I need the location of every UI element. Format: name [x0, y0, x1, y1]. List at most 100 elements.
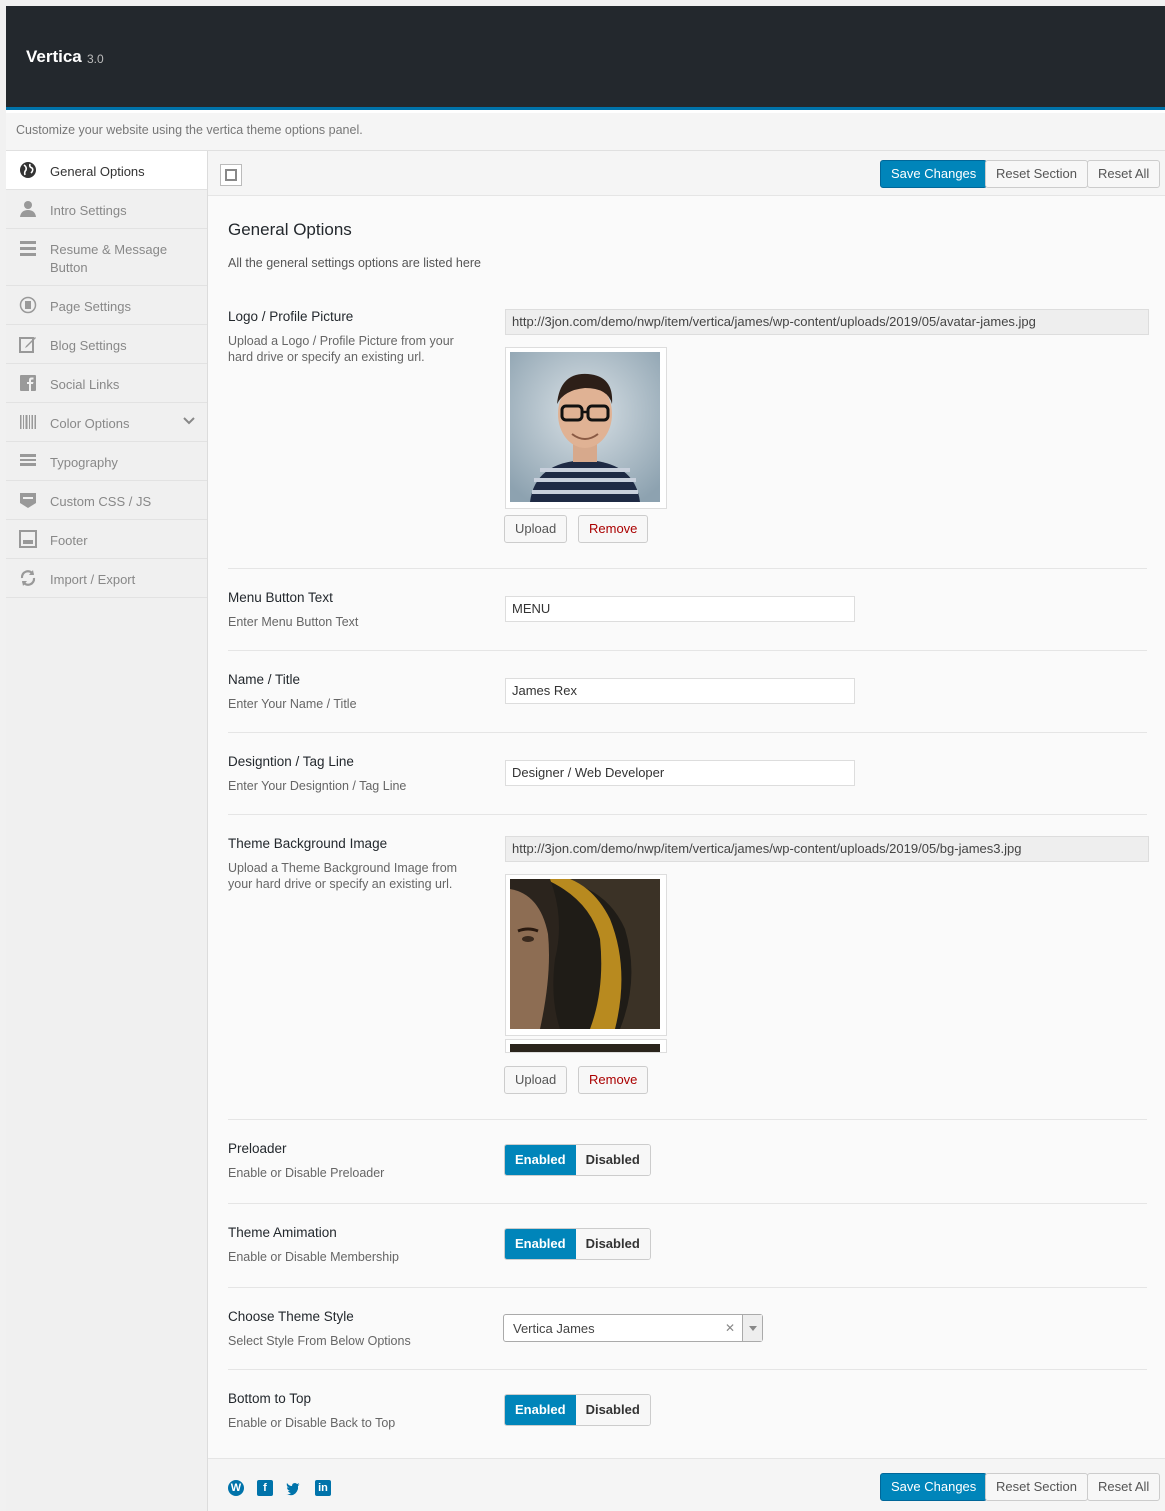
sidebar-item-label: Custom CSS / JS — [50, 494, 152, 509]
sidebar-item-label: Page Settings — [50, 299, 131, 314]
intro-bar: Customize your website using the vertica… — [6, 113, 1165, 151]
sidebar-item-intro-settings[interactable]: Intro Settings — [6, 190, 207, 229]
theme-style-select[interactable]: Vertica James ✕ — [503, 1314, 763, 1342]
sidebar-item-social-links[interactable]: Social Links — [6, 364, 207, 403]
divider — [228, 568, 1147, 569]
reset-all-button-bottom[interactable]: Reset All — [1087, 1473, 1161, 1501]
background-preview — [505, 874, 667, 1036]
preloader-switch: Enabled Disabled — [504, 1144, 651, 1176]
background-label: Theme Background Image — [228, 836, 388, 851]
main-content: Save Changes Reset Section Reset All Gen… — [208, 151, 1165, 1511]
designation-description: Enter Your Designtion / Tag Line — [228, 779, 407, 793]
expand-options-button[interactable] — [220, 164, 242, 186]
sidebar: General Options Intro Settings Resume & … — [6, 151, 208, 1511]
facebook-icon[interactable]: f — [257, 1480, 273, 1496]
animation-label: Theme Amimation — [228, 1225, 337, 1240]
sidebar-item-label: Import / Export — [50, 572, 136, 587]
animation-disabled-button[interactable]: Disabled — [575, 1229, 650, 1259]
top-toolbar: Save Changes Reset Section Reset All — [208, 151, 1165, 196]
sidebar-item-blog-settings[interactable]: Blog Settings — [6, 325, 207, 364]
barcode-icon — [19, 413, 37, 431]
intro-text: Customize your website using the vertica… — [16, 123, 363, 137]
sidebar-item-typography[interactable]: Typography — [6, 442, 207, 481]
logo-upload-button[interactable]: Upload — [504, 515, 568, 543]
section-description: All the general settings options are lis… — [228, 256, 481, 270]
bottom-toolbar: W f in Save Changes Reset Section Reset … — [208, 1458, 1165, 1511]
sidebar-item-custom-css-js[interactable]: Custom CSS / JS — [6, 481, 207, 520]
menu-button-label: Menu Button Text — [228, 590, 333, 605]
twitter-icon[interactable] — [285, 1480, 301, 1496]
divider — [228, 732, 1147, 733]
sidebar-item-label: General Options — [50, 164, 145, 179]
edit-icon — [19, 335, 37, 353]
globe-icon — [19, 161, 37, 179]
divider — [228, 1287, 1147, 1288]
preloader-enabled-button[interactable]: Enabled — [505, 1145, 576, 1175]
linkedin-icon[interactable]: in — [315, 1480, 331, 1496]
sidebar-item-label: Footer — [50, 533, 88, 548]
dropdown-arrow-icon[interactable] — [742, 1315, 762, 1341]
background-preview-secondary — [505, 1039, 667, 1053]
background-description: Upload a Theme Background Image from you… — [228, 861, 458, 891]
wordpress-icon[interactable]: W — [228, 1480, 244, 1496]
avatar-image — [510, 352, 660, 502]
panel-header: Vertica 3.0 — [6, 6, 1165, 110]
menu-icon — [19, 239, 37, 257]
refresh-icon — [19, 569, 37, 587]
background-upload-button[interactable]: Upload — [504, 1066, 568, 1094]
sidebar-item-resume-message[interactable]: Resume & Message Button — [6, 229, 207, 286]
theme-options-panel: Vertica 3.0 Customize your website using… — [6, 6, 1165, 1511]
divider — [228, 1119, 1147, 1120]
sidebar-item-label: Blog Settings — [50, 338, 127, 353]
sidebar-item-label: Resume & Message Button — [50, 242, 168, 275]
sidebar-item-footer[interactable]: Footer — [6, 520, 207, 559]
theme-style-description: Select Style From Below Options — [228, 1334, 411, 1348]
divider — [228, 1369, 1147, 1370]
save-changes-button-bottom[interactable]: Save Changes — [880, 1473, 988, 1501]
app-version: 3.0 — [87, 52, 104, 66]
reset-all-button[interactable]: Reset All — [1087, 160, 1161, 188]
logo-url-field[interactable]: http://3jon.com/demo/nwp/item/vertica/ja… — [505, 309, 1149, 335]
reset-section-button[interactable]: Reset Section — [985, 160, 1088, 188]
sidebar-item-import-export[interactable]: Import / Export — [6, 559, 207, 598]
sidebar-item-color-options[interactable]: Color Options — [6, 403, 207, 442]
logo-label: Logo / Profile Picture — [228, 309, 354, 324]
animation-enabled-button[interactable]: Enabled — [505, 1229, 576, 1259]
sidebar-item-label: Intro Settings — [50, 203, 127, 218]
animation-switch: Enabled Disabled — [504, 1228, 651, 1260]
chevron-down-icon[interactable] — [183, 415, 195, 430]
sidebar-item-label: Typography — [50, 455, 118, 470]
background-remove-button[interactable]: Remove — [578, 1066, 649, 1094]
menu-button-input[interactable]: MENU — [505, 596, 855, 622]
reset-section-button-bottom[interactable]: Reset Section — [985, 1473, 1088, 1501]
back-to-top-switch: Enabled Disabled — [504, 1394, 651, 1426]
background-image — [510, 879, 660, 1029]
typography-icon — [19, 452, 37, 470]
background-url-field[interactable]: http://3jon.com/demo/nwp/item/vertica/ja… — [505, 836, 1149, 862]
clear-icon[interactable]: ✕ — [725, 1321, 735, 1335]
divider — [228, 814, 1147, 815]
designation-label: Designtion / Tag Line — [228, 754, 354, 769]
back-to-top-enabled-button[interactable]: Enabled — [505, 1395, 576, 1425]
user-icon — [19, 200, 37, 218]
name-description: Enter Your Name / Title — [228, 697, 357, 711]
footer-icon — [19, 530, 37, 548]
divider — [228, 1203, 1147, 1204]
logo-preview — [505, 347, 667, 509]
sidebar-item-label: Color Options — [50, 416, 130, 431]
sidebar-item-general-options[interactable]: General Options — [6, 151, 207, 190]
preloader-description: Enable or Disable Preloader — [228, 1166, 385, 1180]
save-changes-button[interactable]: Save Changes — [880, 160, 988, 188]
sidebar-item-page-settings[interactable]: Page Settings — [6, 286, 207, 325]
logo-remove-button[interactable]: Remove — [578, 515, 649, 543]
back-to-top-disabled-button[interactable]: Disabled — [575, 1395, 650, 1425]
name-input[interactable]: James Rex — [505, 678, 855, 704]
section-title: General Options — [228, 220, 352, 239]
preloader-disabled-button[interactable]: Disabled — [575, 1145, 650, 1175]
facebook-icon — [19, 374, 37, 392]
name-label: Name / Title — [228, 672, 301, 687]
css-icon — [19, 491, 37, 509]
sidebar-item-label: Social Links — [50, 377, 120, 392]
designation-input[interactable]: Designer / Web Developer — [505, 760, 855, 786]
app-title: Vertica — [26, 47, 82, 66]
